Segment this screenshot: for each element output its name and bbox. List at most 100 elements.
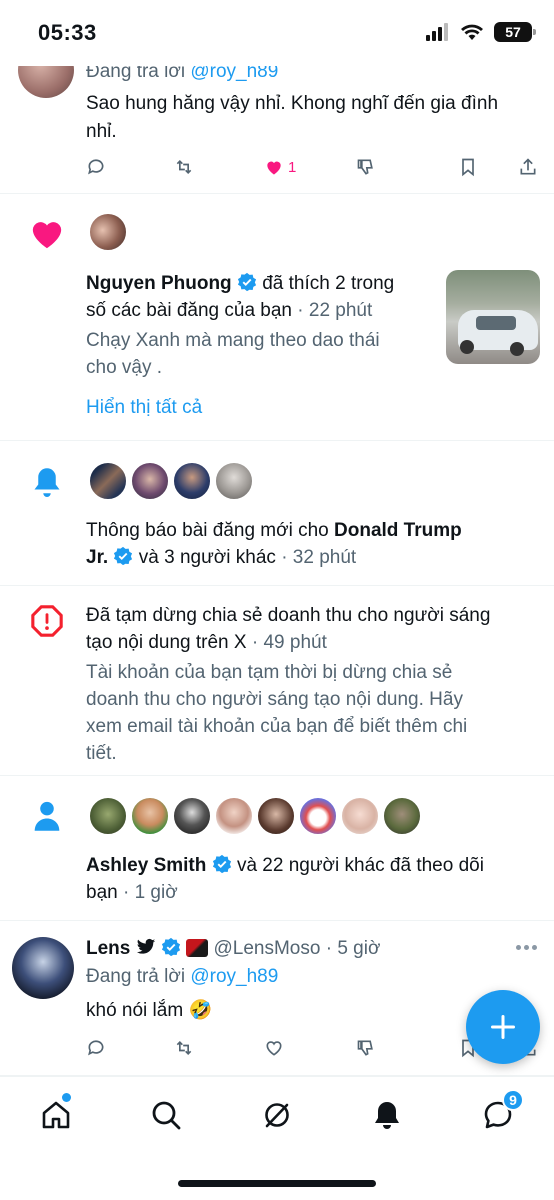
affiliate-badge-icon: [186, 939, 209, 957]
repost-button[interactable]: [174, 152, 194, 182]
alert-title-line1: Đã tạm dừng chia sẻ doanh thu cho người …: [86, 605, 491, 626]
user-handle[interactable]: @LensMoso: [213, 938, 320, 959]
reply-text-line1: Sao hung hăng vậy nhỉ. Khong nghĩ đến gi…: [86, 93, 499, 114]
home-unread-dot: [62, 1093, 71, 1102]
status-icons: 57: [426, 22, 536, 42]
share-button[interactable]: [518, 152, 538, 182]
alert-body-line3: xem email tài khoản của bạn để biết thêm…: [86, 716, 468, 737]
post-text: khó nói lắm 🤣: [86, 1000, 213, 1021]
timestamp: · 32 phút: [281, 547, 357, 568]
avatar[interactable]: [214, 461, 254, 501]
timestamp: · 22 phút: [297, 300, 373, 321]
avatar[interactable]: [172, 461, 212, 501]
nav-home[interactable]: [36, 1093, 76, 1135]
timestamp: · 49 phút: [251, 632, 327, 653]
avatar[interactable]: [172, 796, 212, 836]
others-text: và 22 người khác đã theo dõi: [236, 855, 484, 876]
downvote-button[interactable]: [356, 152, 376, 182]
verified-icon: [212, 854, 231, 874]
others-text-cont: bạn: [86, 882, 118, 903]
home-indicator: [178, 1180, 376, 1187]
status-bar: 05:33 57: [0, 0, 554, 66]
like-notification[interactable]: Nguyen Phuong đã thích 2 trong số các bà…: [0, 194, 554, 441]
person-icon: [34, 801, 60, 831]
compose-button[interactable]: [466, 990, 540, 1064]
avatar[interactable]: [12, 937, 74, 999]
post-preview-line2: cho vậy .: [86, 357, 163, 378]
alert-notification[interactable]: Đã tạm dừng chia sẻ doanh thu cho người …: [0, 586, 554, 776]
messages-badge: 9: [502, 1089, 524, 1111]
nav-notifications[interactable]: [367, 1095, 407, 1135]
others-text: và 3 người khác: [138, 547, 276, 568]
user-name[interactable]: Nguyen Phuong: [86, 273, 232, 294]
like-action: đã thích 2 trong: [262, 273, 395, 294]
avatar[interactable]: [340, 796, 380, 836]
downvote-button[interactable]: [356, 1033, 376, 1063]
avatar[interactable]: [382, 796, 422, 836]
post-notice-line2: Jr. và 3 người khác · 32 phút: [86, 544, 356, 571]
bookmark-button[interactable]: [458, 152, 478, 182]
like-button[interactable]: [264, 1033, 284, 1063]
reply-text-line2: nhỉ.: [86, 121, 117, 142]
alert-title-line2: tạo nội dung trên X · 49 phút: [86, 629, 327, 656]
post-preview-line1: Chạy Xanh mà mang theo dao thái: [86, 330, 380, 351]
bell-filled-icon: [375, 1102, 399, 1129]
post-thumbnail[interactable]: [446, 270, 540, 364]
avatar[interactable]: [298, 796, 338, 836]
dislike-icon: [357, 159, 373, 175]
repost-button[interactable]: [174, 1033, 194, 1063]
battery-indicator: 57: [494, 22, 536, 42]
user-name[interactable]: Lens: [86, 938, 130, 959]
alert-body-line1: Tài khoản của bạn tạm thời bị dừng chia …: [86, 662, 453, 683]
action-bar: 1: [86, 152, 546, 182]
follow-text-line1: Ashley Smith và 22 người khác đã theo dõ…: [86, 852, 484, 879]
user-name-cont[interactable]: Jr.: [86, 547, 108, 568]
notice-prefix: Thông báo bài đăng mới cho: [86, 520, 329, 541]
nav-search[interactable]: [146, 1095, 186, 1135]
reply-button[interactable]: [86, 152, 106, 182]
show-all-link[interactable]: Hiển thị tất cả: [86, 394, 202, 421]
replying-to: Đang trả lời @roy_h89: [86, 963, 278, 990]
user-name[interactable]: Ashley Smith: [86, 855, 206, 876]
post-notice-line1: Thông báo bài đăng mới cho Donald Trump: [86, 517, 462, 544]
avatar[interactable]: [130, 796, 170, 836]
reply-button[interactable]: [86, 1033, 106, 1063]
share-icon: [520, 158, 536, 175]
repost-icon: [176, 159, 192, 175]
heart-filled-icon: [267, 161, 281, 175]
user-name[interactable]: Donald Trump: [334, 520, 462, 541]
reply-icon: [88, 1040, 104, 1056]
verified-icon: [161, 937, 181, 957]
follow-notification[interactable]: Ashley Smith và 22 người khác đã theo dõ…: [0, 776, 554, 921]
heart-icon: [266, 1041, 282, 1056]
alert-body-line4: tiết.: [86, 743, 117, 764]
dislike-icon: [357, 1040, 373, 1056]
follow-text-line2: bạn · 1 giờ: [86, 879, 178, 906]
repost-icon: [176, 1040, 192, 1056]
verified-icon: [114, 546, 133, 566]
nav-grok[interactable]: [257, 1095, 297, 1135]
alert-body-line2: doanh thu cho người sáng tạo nội dung. H…: [86, 689, 463, 710]
replying-handle[interactable]: @roy_h89: [190, 966, 278, 987]
avatar[interactable]: [88, 212, 128, 252]
plus-icon: [491, 1015, 515, 1039]
lens-reply-post[interactable]: Lens @LensMoso · 5 giờ Đang trả lời @roy…: [0, 921, 554, 1076]
like-count: 1: [288, 158, 297, 176]
avatar[interactable]: [256, 796, 296, 836]
bird-icon: [136, 938, 155, 954]
avatar[interactable]: [88, 461, 128, 501]
verified-icon: [237, 272, 257, 292]
nav-messages[interactable]: 9: [478, 1089, 524, 1135]
avatar[interactable]: [130, 461, 170, 501]
post-notification[interactable]: Thông báo bài đăng mới cho Donald Trump …: [0, 441, 554, 586]
bell-icon: [34, 468, 60, 497]
more-options-icon[interactable]: [514, 941, 540, 953]
like-button[interactable]: 1: [264, 152, 296, 182]
home-icon: [42, 1101, 70, 1129]
avatar[interactable]: [88, 796, 128, 836]
avatar[interactable]: [214, 796, 254, 836]
status-time: 05:33: [38, 20, 97, 45]
alert-title-cont: tạo nội dung trên X: [86, 632, 247, 653]
timestamp: · 5 giờ: [325, 938, 381, 959]
replying-prefix: Đang trả lời: [86, 966, 186, 987]
